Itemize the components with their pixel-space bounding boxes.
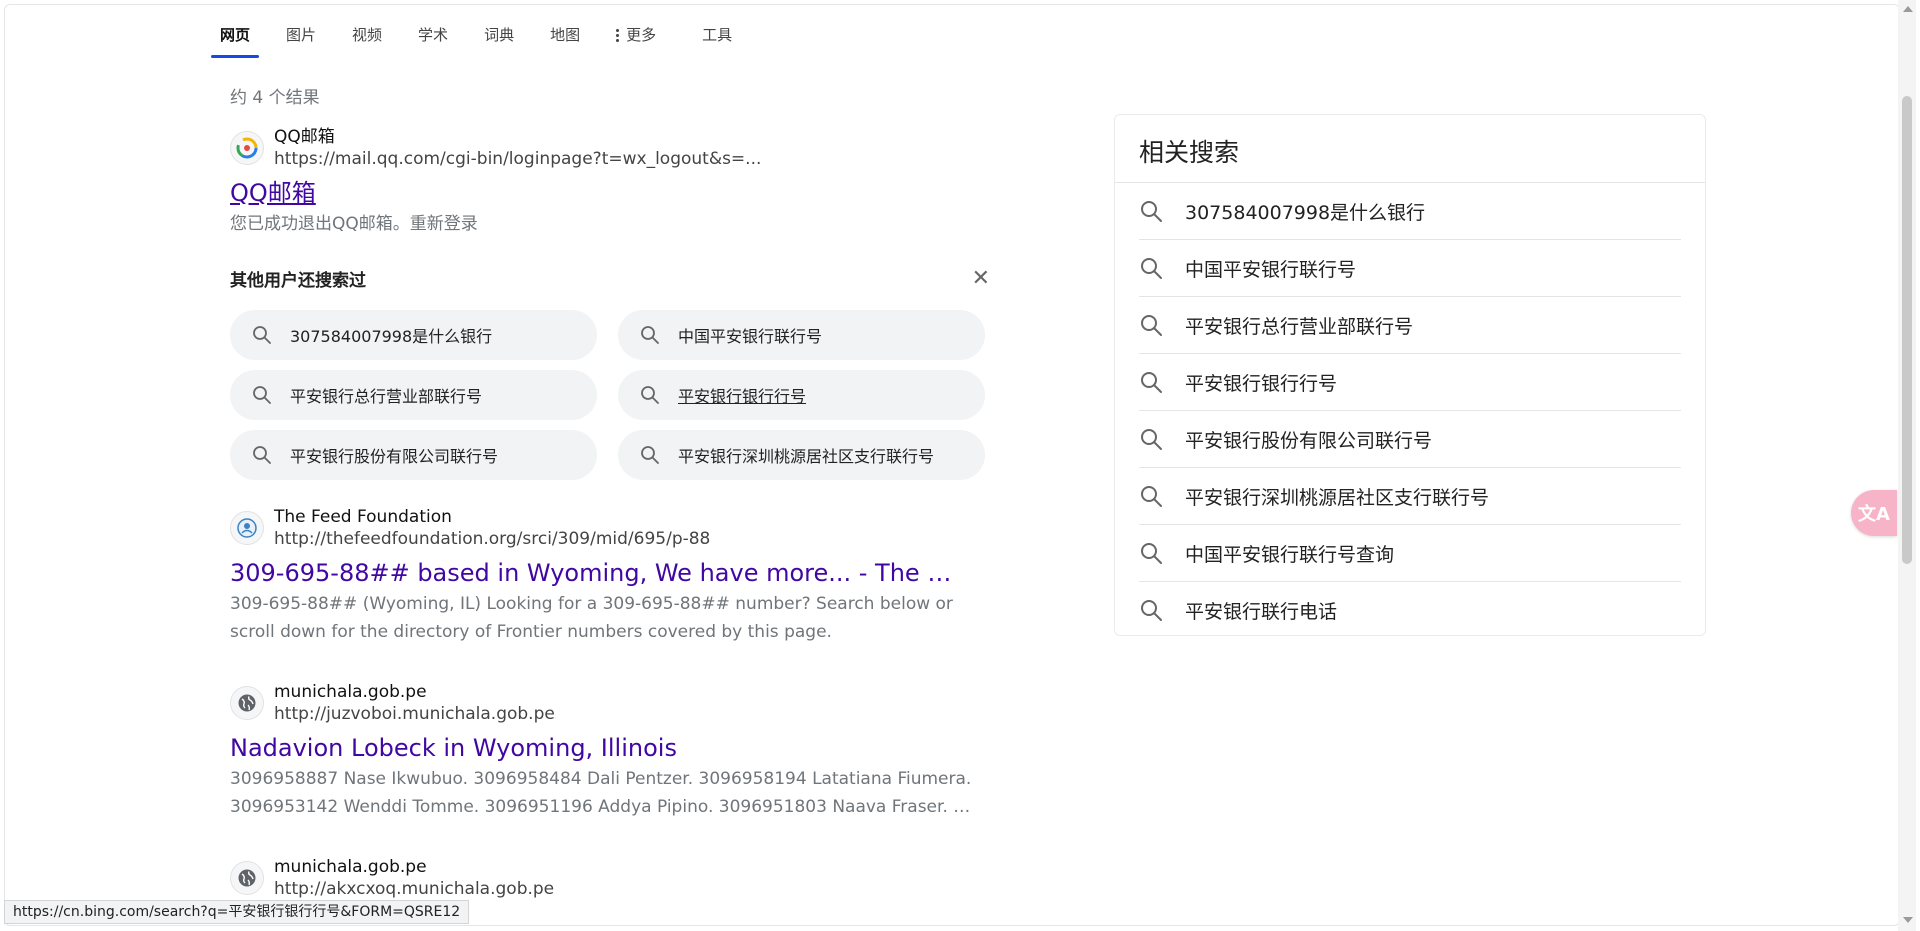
result-snippet: 309-695-88## (Wyoming, IL) Looking for a…	[230, 594, 953, 642]
search-icon	[1139, 313, 1163, 337]
related-search-item[interactable]: 平安银行联行电话	[1139, 582, 1681, 638]
result-url[interactable]: http://akxcxoq.munichala.gob.pe	[274, 878, 554, 900]
result-title-link[interactable]: QQ邮箱	[230, 178, 990, 208]
also-searched-panel: 其他用户还搜索过 ✕ 307584007998是什么银行 中国平安银行联行号 平…	[230, 258, 990, 480]
also-searched-chip[interactable]: 平安银行股份有限公司联行号	[230, 430, 597, 480]
tab-images[interactable]: 图片	[286, 0, 316, 60]
search-icon	[1139, 256, 1163, 280]
search-icon	[640, 445, 660, 465]
result-url[interactable]: https://mail.qq.com/cgi-bin/loginpage?t=…	[274, 148, 761, 170]
search-result: The Feed Foundation http://thefeedfounda…	[230, 506, 990, 646]
result-snippet: 3096958887 Nase Ikwubuo. 3096958484 Dali…	[230, 769, 972, 817]
tab-videos[interactable]: 视频	[352, 0, 382, 60]
related-search-item[interactable]: 平安银行深圳桃源居社区支行联行号	[1139, 468, 1681, 525]
result-snippet: 您已成功退出QQ邮箱。重新登录	[230, 214, 478, 234]
scroll-up-arrow-icon[interactable]	[1903, 6, 1913, 12]
globe-icon	[230, 861, 264, 895]
related-search-item[interactable]: 中国平安银行联行号	[1139, 240, 1681, 297]
search-icon	[1139, 199, 1163, 223]
result-title-link[interactable]: 309-695-88## based in Wyoming, We have m…	[230, 558, 990, 588]
related-search-item[interactable]: 307584007998是什么银行	[1139, 183, 1681, 240]
also-searched-chip[interactable]: 平安银行深圳桃源居社区支行联行号	[618, 430, 985, 480]
tab-tools[interactable]: 工具	[702, 0, 732, 60]
search-tabs: 网页 图片 视频 学术 词典 地图 更多 工具	[210, 0, 768, 60]
related-search-item[interactable]: 中国平安银行联行号查询	[1139, 525, 1681, 582]
also-searched-chip[interactable]: 中国平安银行联行号	[618, 310, 985, 360]
translate-icon[interactable]: 文A	[1851, 490, 1897, 536]
tab-web[interactable]: 网页	[210, 0, 260, 60]
scrollbar[interactable]	[1898, 0, 1916, 931]
search-icon	[1139, 484, 1163, 508]
related-searches-panel: 相关搜索 307584007998是什么银行 中国平安银行联行号 平安银行总行营…	[1114, 114, 1706, 636]
feed-foundation-icon	[230, 511, 264, 545]
search-icon	[640, 385, 660, 405]
related-searches-title: 相关搜索	[1115, 115, 1705, 183]
related-search-item[interactable]: 平安银行银行行号	[1139, 354, 1681, 411]
also-searched-chip[interactable]: 307584007998是什么银行	[230, 310, 597, 360]
results-count: 约 4 个结果	[230, 88, 320, 108]
also-searched-chip[interactable]: 平安银行银行行号	[618, 370, 985, 420]
globe-icon	[230, 686, 264, 720]
tab-academic[interactable]: 学术	[418, 0, 448, 60]
search-icon	[252, 385, 272, 405]
tab-dictionary[interactable]: 词典	[484, 0, 514, 60]
also-searched-title: 其他用户还搜索过	[230, 270, 366, 291]
search-icon	[252, 445, 272, 465]
result-site-name: QQ邮箱	[274, 127, 335, 147]
search-icon	[1139, 598, 1163, 622]
related-search-item[interactable]: 平安银行总行营业部联行号	[1139, 297, 1681, 354]
result-site-name: The Feed Foundation	[274, 507, 452, 527]
search-result: munichala.gob.pe http://juzvoboi.municha…	[230, 681, 990, 821]
result-url[interactable]: http://thefeedfoundation.org/srci/309/mi…	[274, 528, 710, 550]
related-search-item[interactable]: 平安银行股份有限公司联行号	[1139, 411, 1681, 468]
close-icon[interactable]: ✕	[972, 266, 990, 291]
search-icon	[1139, 427, 1163, 451]
search-icon	[1139, 541, 1163, 565]
search-result: munichala.gob.pe http://akxcxoq.munichal…	[230, 856, 990, 900]
tab-maps[interactable]: 地图	[550, 0, 580, 60]
search-icon	[1139, 370, 1163, 394]
also-searched-chip[interactable]: 平安银行总行营业部联行号	[230, 370, 597, 420]
search-result: QQ邮箱 https://mail.qq.com/cgi-bin/loginpa…	[230, 126, 990, 238]
scroll-thumb[interactable]	[1902, 96, 1912, 564]
status-bar-url: https://cn.bing.com/search?q=平安银行银行行号&FO…	[4, 900, 470, 924]
result-site-name: munichala.gob.pe	[274, 857, 427, 877]
qq-mail-icon	[230, 131, 264, 165]
search-icon	[252, 325, 272, 345]
result-site-name: munichala.gob.pe	[274, 682, 427, 702]
result-url[interactable]: http://juzvoboi.munichala.gob.pe	[274, 703, 555, 725]
more-dots-icon	[616, 27, 620, 44]
tab-more[interactable]: 更多	[616, 0, 656, 60]
search-icon	[640, 325, 660, 345]
scroll-down-arrow-icon[interactable]	[1903, 917, 1913, 923]
result-title-link[interactable]: Nadavion Lobeck in Wyoming, Illinois	[230, 733, 990, 763]
